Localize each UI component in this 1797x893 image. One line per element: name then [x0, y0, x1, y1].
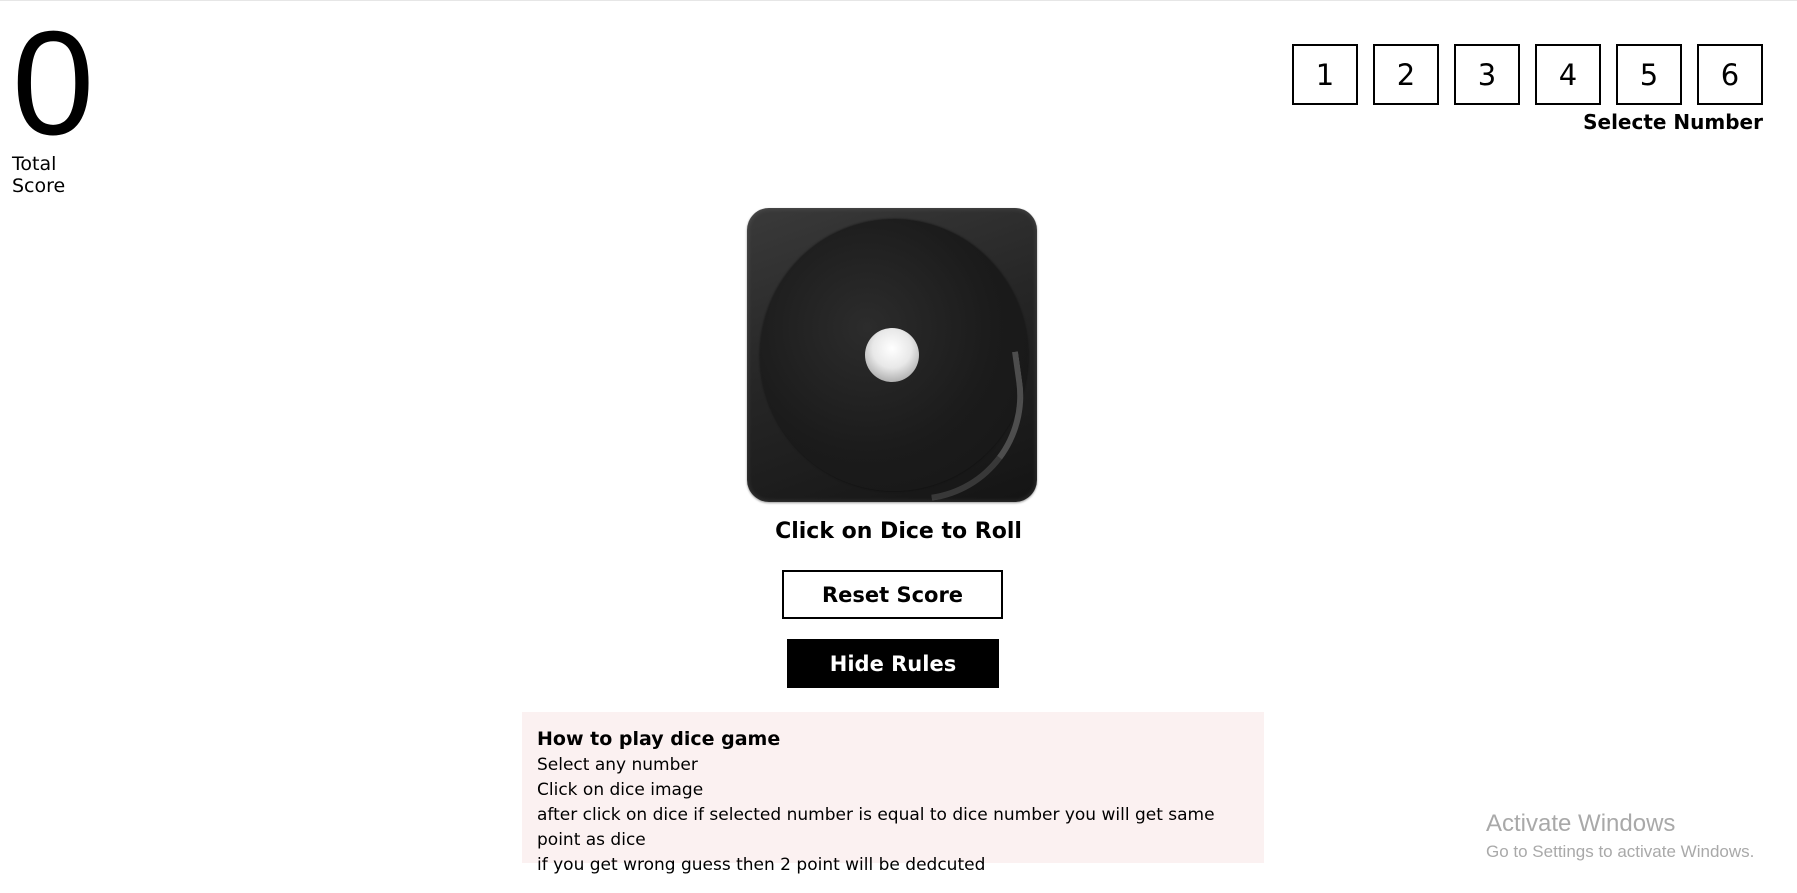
- number-button-4[interactable]: 4: [1535, 44, 1601, 105]
- watermark-title: Activate Windows: [1486, 810, 1676, 837]
- rules-line: after click on dice if selected number i…: [537, 805, 1215, 850]
- number-button-2[interactable]: 2: [1373, 44, 1439, 105]
- rules-line: if you get wrong guess then 2 point will…: [537, 855, 986, 875]
- total-score-value: 0: [12, 1, 95, 166]
- reset-score-button[interactable]: Reset Score: [782, 570, 1003, 619]
- dice-pip-one: [865, 328, 919, 382]
- roll-instruction: Click on Dice to Roll: [775, 519, 1022, 544]
- number-selector: 1 2 3 4 5 6 Selecte Number: [1292, 44, 1763, 134]
- activate-windows-watermark: Activate Windows Go to Settings to activ…: [1486, 809, 1754, 865]
- number-button-6[interactable]: 6: [1697, 44, 1763, 105]
- dice-image[interactable]: [747, 208, 1037, 502]
- number-button-1[interactable]: 1: [1292, 44, 1358, 105]
- rules-line: Select any number: [537, 755, 698, 775]
- select-number-label: Selecte Number: [1583, 110, 1763, 134]
- rules-title: How to play dice game: [537, 728, 781, 750]
- number-button-5[interactable]: 5: [1616, 44, 1682, 105]
- dice-highlight: [913, 351, 1037, 501]
- hide-rules-button[interactable]: Hide Rules: [787, 639, 999, 688]
- rules-panel: How to play dice game Select any number …: [522, 712, 1264, 875]
- score-panel: 0 Total Score: [12, 1, 108, 198]
- rules-line: Click on dice image: [537, 780, 704, 800]
- number-buttons-row: 1 2 3 4 5 6: [1292, 44, 1763, 105]
- watermark-subtitle: Go to Settings to activate Windows.: [1486, 842, 1755, 861]
- number-button-3[interactable]: 3: [1454, 44, 1520, 105]
- dice-game-page: 0 Total Score 1 2 3 4 5 6 Selecte Number…: [0, 0, 1797, 893]
